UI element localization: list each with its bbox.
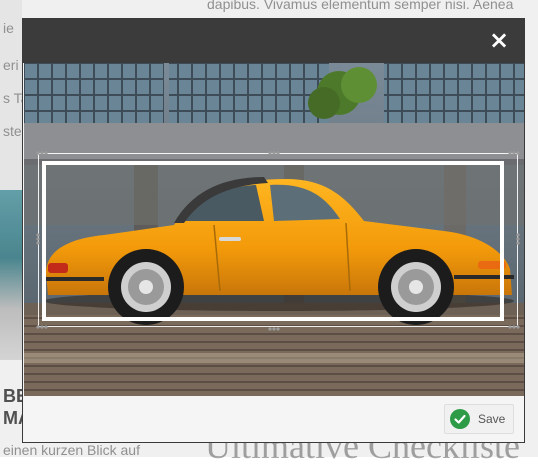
crop-handle-bottom-right[interactable] xyxy=(508,325,520,329)
crop-handle-top[interactable] xyxy=(268,151,280,155)
crop-image[interactable] xyxy=(24,63,524,396)
close-icon: × xyxy=(488,26,510,54)
crop-handle-right[interactable] xyxy=(516,233,520,245)
crop-handle-bottom-left[interactable] xyxy=(36,325,48,329)
dialog-footer: Save xyxy=(23,396,524,442)
crop-handle-top-right[interactable] xyxy=(508,151,520,155)
close-button[interactable]: × xyxy=(488,26,510,54)
dialog-header: × xyxy=(23,19,524,63)
crop-selection[interactable] xyxy=(42,161,504,321)
crop-handle-top-left[interactable] xyxy=(36,151,48,155)
crop-handle-bottom[interactable] xyxy=(268,327,280,331)
save-button-label: Save xyxy=(478,412,506,426)
image-crop-dialog: × Save xyxy=(22,18,525,443)
crop-handle-left[interactable] xyxy=(36,233,40,245)
save-button[interactable]: Save xyxy=(444,404,514,434)
check-circle-icon xyxy=(450,409,470,429)
